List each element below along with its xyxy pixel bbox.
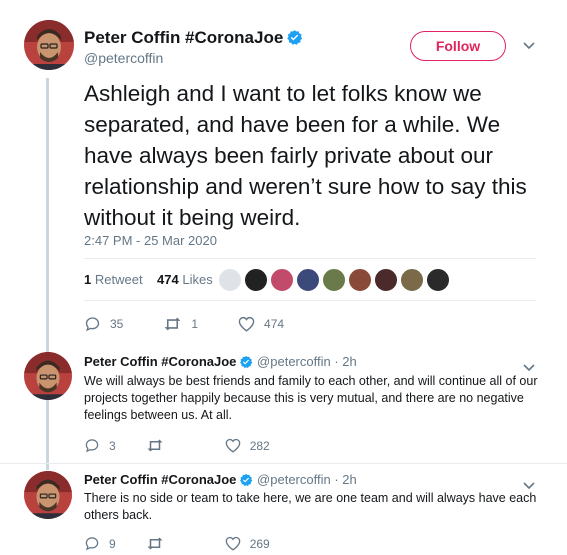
reply-count: 3 — [109, 438, 116, 453]
tweet-timestamp[interactable]: 2:47 PM - 25 Mar 2020 — [84, 233, 217, 248]
likes-label: Likes — [182, 272, 213, 287]
reply-icon — [85, 537, 99, 551]
liker-avatar[interactable] — [426, 268, 450, 292]
liker-avatar[interactable] — [218, 268, 242, 292]
liker-avatar[interactable] — [270, 268, 294, 292]
author-name-text[interactable]: Peter Coffin #CoronaJoe — [84, 28, 283, 47]
reply-count: 35 — [110, 317, 124, 331]
retweet-count: 1 — [191, 317, 199, 331]
like-icon — [225, 438, 241, 453]
like-action[interactable]: 269 — [225, 536, 270, 551]
liker-avatar[interactable] — [348, 268, 372, 292]
reply-text: We will always be best friends and famil… — [84, 374, 538, 422]
verified-badge-icon — [239, 473, 253, 490]
retweet-action[interactable] — [146, 536, 173, 551]
tweet-actions: 35 1 474 — [84, 316, 324, 332]
reply-action[interactable]: 9 — [84, 536, 116, 551]
like-action[interactable]: 282 — [225, 438, 270, 453]
reply-text: There is no side or team to take here, w… — [84, 491, 537, 522]
divider — [0, 463, 567, 464]
verified-badge-icon — [239, 355, 253, 372]
like-count: 474 — [264, 317, 285, 331]
follow-button[interactable]: Follow — [410, 31, 506, 61]
likes-count: 474 — [157, 272, 179, 287]
avatar[interactable] — [24, 471, 72, 519]
retweet-icon — [147, 537, 163, 550]
liker-avatar[interactable] — [296, 268, 320, 292]
like-icon — [225, 536, 241, 551]
reply-actions: 9 269 — [84, 536, 310, 551]
tweet-stats: 1 Retweet 474 Likes — [84, 272, 213, 287]
liker-avatar[interactable] — [400, 268, 424, 292]
reply-handle-time[interactable]: @petercoffin · 2h — [257, 472, 357, 487]
reply-icon — [85, 317, 100, 332]
tweet-text: Ashleigh and I want to let folks know we… — [84, 81, 527, 230]
retweets-count: 1 — [84, 272, 92, 287]
liker-avatar[interactable] — [374, 268, 398, 292]
liker-avatar[interactable] — [322, 268, 346, 292]
reply-handle-time[interactable]: @petercoffin · 2h — [257, 354, 357, 369]
reply-header: Peter Coffin #CoronaJoe @petercoffin · 2… — [84, 354, 357, 372]
reply-author-name[interactable]: Peter Coffin #CoronaJoe — [84, 472, 236, 487]
reply-count: 9 — [109, 536, 116, 551]
avatar[interactable] — [24, 20, 74, 70]
verified-badge-icon — [286, 29, 303, 51]
reply-actions: 3 282 — [84, 438, 310, 453]
likes-stat[interactable]: 474 Likes — [157, 272, 213, 287]
like-action[interactable]: 474 — [238, 316, 284, 332]
like-count: 282 — [249, 438, 270, 453]
retweet-icon — [147, 439, 163, 452]
reply-header: Peter Coffin #CoronaJoe @petercoffin · 2… — [84, 472, 357, 490]
author-handle[interactable]: @petercoffin — [84, 50, 163, 66]
divider — [84, 300, 536, 301]
retweet-icon — [164, 317, 181, 331]
reply-icon — [85, 439, 99, 453]
avatar[interactable] — [24, 352, 72, 400]
retweets-label: Retweet — [94, 272, 143, 287]
retweet-action[interactable]: 1 — [163, 316, 198, 332]
like-icon — [238, 316, 255, 332]
retweet-action[interactable] — [146, 438, 173, 453]
liker-avatar[interactable] — [244, 268, 268, 292]
like-count: 269 — [249, 536, 270, 551]
retweets-stat[interactable]: 1 Retweet — [84, 272, 143, 287]
reply-author-name[interactable]: Peter Coffin #CoronaJoe — [84, 354, 236, 369]
main-tweet: Peter Coffin #CoronaJoe @petercoffin Fol… — [0, 0, 567, 345]
chevron-down-icon[interactable] — [523, 38, 535, 53]
reply-action[interactable]: 3 — [84, 438, 116, 453]
reply-action[interactable]: 35 — [84, 316, 123, 332]
divider — [84, 258, 536, 259]
author-name[interactable]: Peter Coffin #CoronaJoe — [84, 28, 303, 51]
